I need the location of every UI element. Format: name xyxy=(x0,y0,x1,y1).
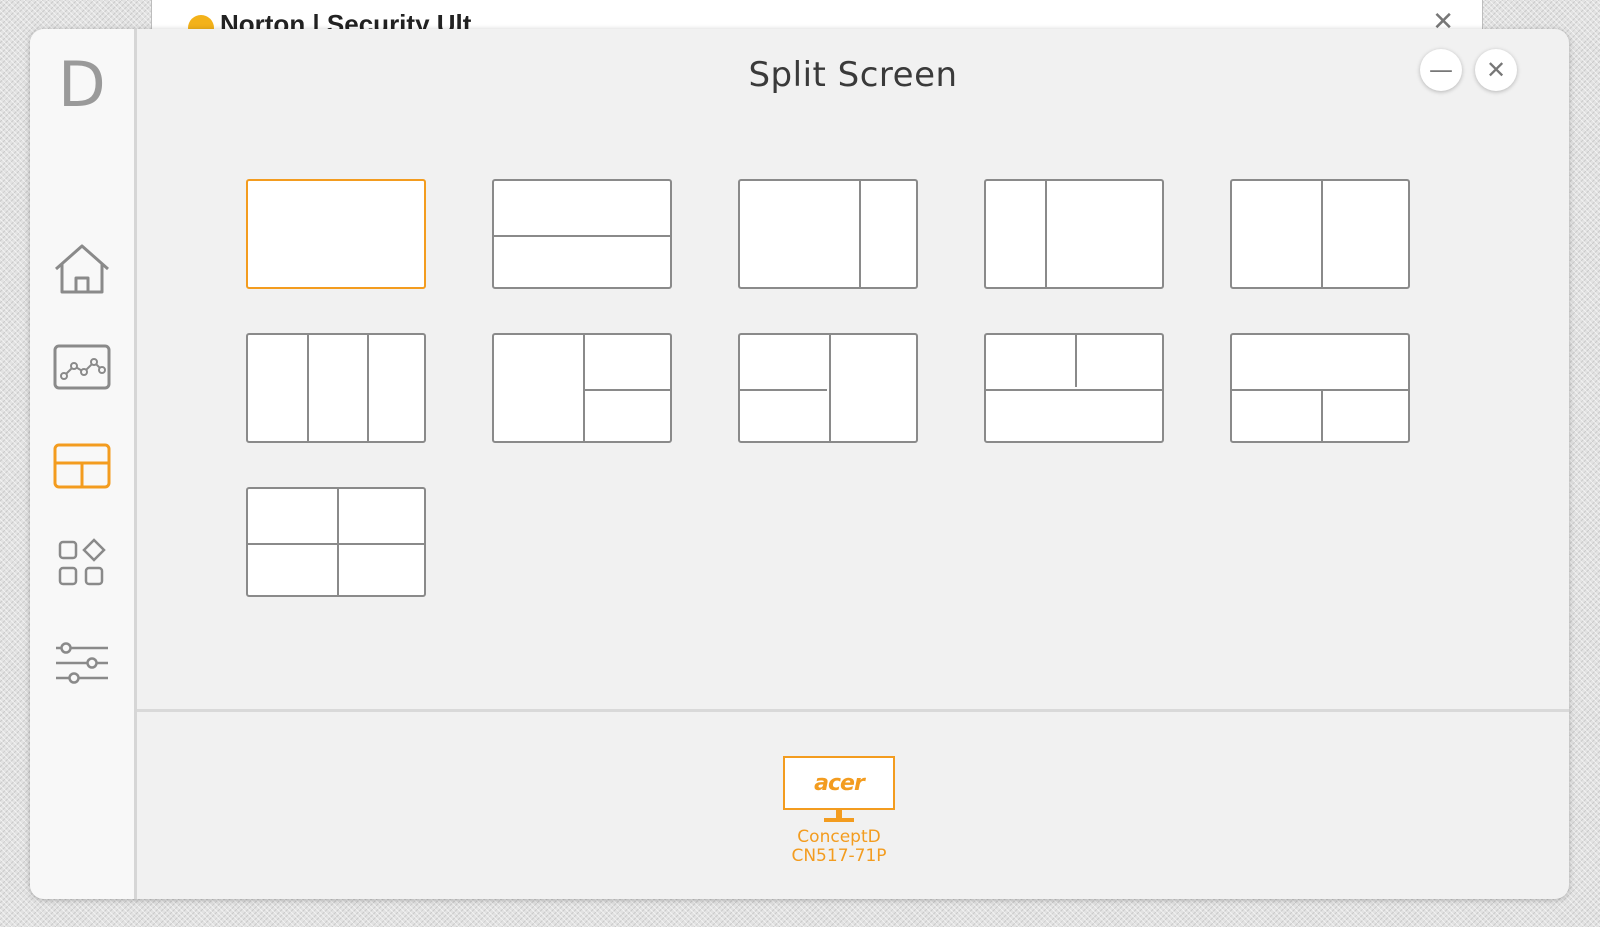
layout-two-equal-columns[interactable] xyxy=(1230,179,1410,289)
layout-three-columns[interactable] xyxy=(246,333,426,443)
page-title: Split Screen xyxy=(748,55,958,95)
app-window: D Split Screen — ✕ acer ConceptD CN517-7… xyxy=(30,29,1569,899)
layout-top-full-bottom-split[interactable] xyxy=(1230,333,1410,443)
sidebar-item-display[interactable] xyxy=(52,340,112,394)
minimize-icon: — xyxy=(1429,56,1453,84)
app-logo: D xyxy=(58,48,106,121)
monitor-brand: acer xyxy=(814,770,865,796)
sidebar-item-settings[interactable] xyxy=(52,636,112,690)
sidebar: D xyxy=(30,29,137,899)
layout-full[interactable] xyxy=(246,179,426,289)
home-icon xyxy=(55,244,109,294)
layout-left-large-right-small[interactable] xyxy=(738,179,918,289)
sidebar-item-split-screen[interactable] xyxy=(52,439,112,493)
close-button[interactable]: ✕ xyxy=(1475,49,1517,91)
close-icon: ✕ xyxy=(1485,56,1507,84)
layout-top-bottom[interactable] xyxy=(492,179,672,289)
layout-quad[interactable] xyxy=(246,487,426,597)
minimize-button[interactable]: — xyxy=(1420,49,1462,91)
sidebar-item-apps[interactable] xyxy=(52,537,112,591)
layout-left-full-right-stacked[interactable] xyxy=(492,333,672,443)
layout-top-split-bottom-full[interactable] xyxy=(984,333,1164,443)
split-screen-icon xyxy=(53,443,111,489)
sidebar-item-home[interactable] xyxy=(52,242,112,296)
layout-left-stacked-right-full[interactable] xyxy=(738,333,918,443)
monitor-icon: acer xyxy=(783,756,895,810)
footer-divider xyxy=(137,709,1569,712)
main-panel: Split Screen — ✕ acer ConceptD CN517-71P xyxy=(137,29,1569,899)
sliders-icon xyxy=(56,642,108,684)
monitor-name: ConceptD CN517-71P xyxy=(743,828,935,866)
layout-left-small-right-large[interactable] xyxy=(984,179,1164,289)
monitor-name-line2: CN517-71P xyxy=(791,846,887,866)
monitor-selector[interactable]: acer xyxy=(783,756,895,822)
chart-icon xyxy=(53,344,111,390)
monitor-name-line1: ConceptD xyxy=(797,827,881,847)
apps-icon xyxy=(58,538,106,586)
